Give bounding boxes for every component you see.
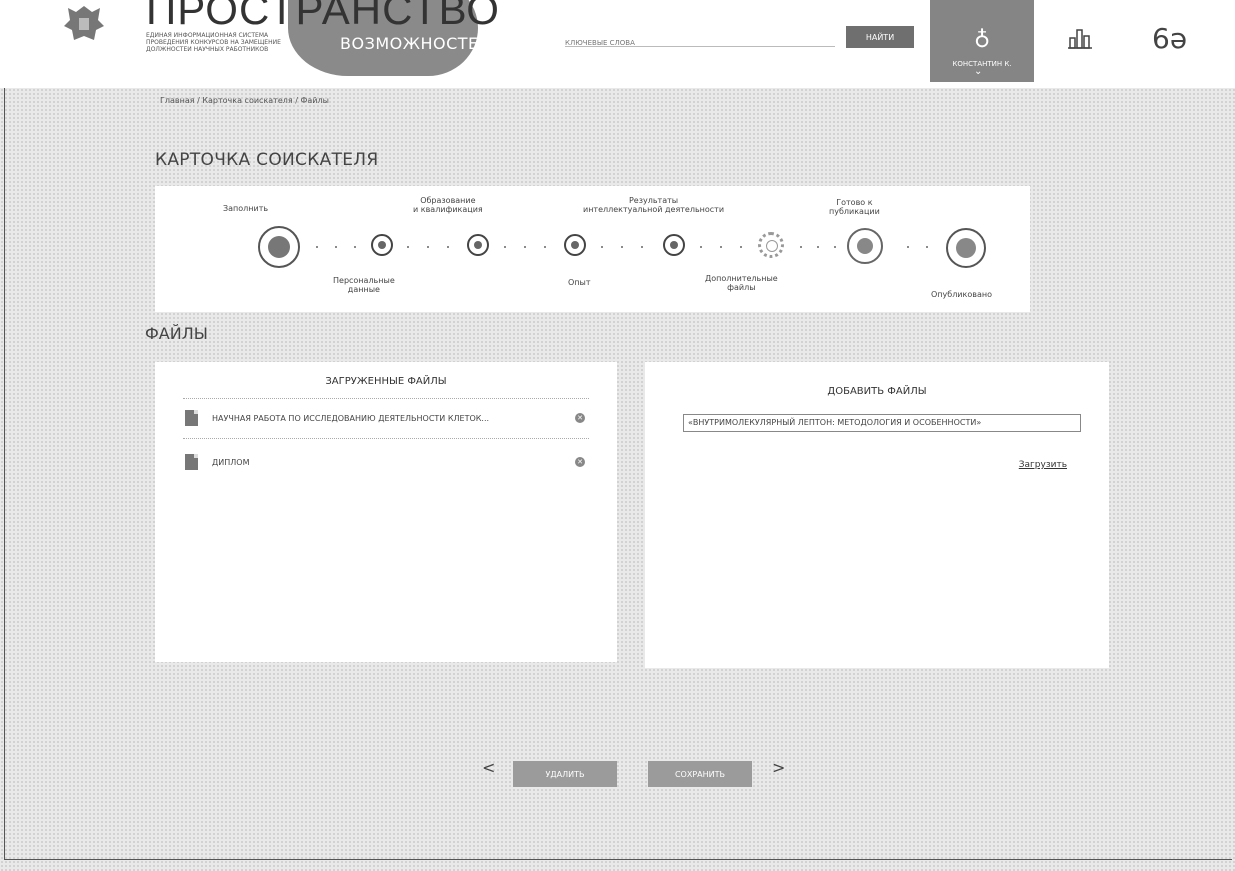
document-icon bbox=[185, 454, 198, 470]
divider bbox=[183, 438, 589, 439]
find-button[interactable]: НАЙТИ bbox=[846, 26, 914, 48]
step-node-additional-files[interactable] bbox=[758, 232, 784, 258]
bar-chart-icon[interactable] bbox=[1068, 26, 1092, 50]
step-label-additional-files: Дополнительные файлы bbox=[705, 274, 778, 292]
logo-description-line: ДОЛЖНОСТЕЙ НАУЧНЫХ РАБОТНИКОВ bbox=[146, 46, 269, 53]
logo-title[interactable]: ПРОСТРАНСТВО bbox=[146, 0, 500, 34]
uploaded-files-title: ЗАГРУЖЕННЫЕ ФАЙЛЫ bbox=[325, 376, 447, 387]
step-label-personal: Персональные данные bbox=[333, 276, 395, 294]
user-icon: ♁ bbox=[974, 28, 991, 53]
glasses-icon[interactable]: 6ə bbox=[1152, 22, 1187, 55]
step-label-published: Опубликовано bbox=[931, 290, 992, 299]
chevron-right-icon[interactable]: > bbox=[772, 758, 785, 777]
logo-description: ЕДИНАЯ ИНФОРМАЦИОННАЯ СИСТЕМА ПРОВЕДЕНИЯ… bbox=[146, 32, 296, 53]
step-label-results: Результаты интеллектуальной деятельности bbox=[583, 196, 725, 214]
divider bbox=[183, 398, 589, 399]
file-name[interactable]: НАУЧНАЯ РАБОТА ПО ИССЛЕДОВАНИЮ ДЕЯТЕЛЬНО… bbox=[212, 414, 575, 423]
add-files-panel: ДОБАВИТЬ ФАЙЛЫ «ВНУТРИМОЛЕКУЛЯРНЫЙ ЛЕПТО… bbox=[645, 362, 1109, 668]
chevron-down-icon[interactable]: ⌄ bbox=[974, 66, 982, 77]
header: ПРОСТРАНСТВО ВОЗМОЖНОСТЕЙ ЕДИНАЯ ИНФОРМА… bbox=[0, 0, 1235, 88]
step-label-education: Образование и квалификация bbox=[413, 196, 483, 214]
chevron-left-icon[interactable]: < bbox=[482, 758, 495, 777]
search-box bbox=[565, 30, 835, 47]
step-node-published[interactable] bbox=[946, 228, 986, 268]
step-node-education[interactable] bbox=[467, 234, 489, 256]
step-label-fill: Заполнить bbox=[223, 204, 269, 213]
add-files-title: ДОБАВИТЬ ФАЙЛЫ bbox=[827, 386, 927, 397]
step-node-results[interactable] bbox=[663, 234, 685, 256]
step-node-ready[interactable] bbox=[847, 228, 883, 264]
remove-icon[interactable]: ✕ bbox=[575, 457, 585, 467]
logo-subtitle-word: ВОЗМОЖНОСТЕЙ bbox=[340, 34, 492, 53]
files-section-title: ФАЙЛЫ bbox=[145, 324, 208, 343]
coat-of-arms-icon bbox=[64, 6, 104, 40]
upload-link[interactable]: Загрузить bbox=[1019, 460, 1067, 470]
remove-icon[interactable]: ✕ bbox=[575, 413, 585, 423]
step-label-experience: Опыт bbox=[568, 278, 591, 287]
file-title-field[interactable]: «ВНУТРИМОЛЕКУЛЯРНЫЙ ЛЕПТОН: МЕТОДОЛОГИЯ … bbox=[683, 414, 1081, 432]
page-title: КАРТОЧКА СОИСКАТЕЛЯ bbox=[155, 150, 379, 170]
search-input[interactable] bbox=[565, 39, 835, 47]
uploaded-files-panel: ЗАГРУЖЕННЫЕ ФАЙЛЫ НАУЧНАЯ РАБОТА ПО ИССЛ… bbox=[155, 362, 617, 662]
step-node-experience[interactable] bbox=[564, 234, 586, 256]
file-row[interactable]: ДИПЛОМ ✕ bbox=[185, 452, 585, 472]
progress-steps: Заполнить Образование и квалификация Рез… bbox=[155, 186, 1030, 312]
save-button[interactable]: СОХРАНИТЬ bbox=[648, 761, 752, 787]
step-node-personal[interactable] bbox=[371, 234, 393, 256]
step-node-fill[interactable] bbox=[258, 226, 300, 268]
document-icon bbox=[185, 410, 198, 426]
step-label-ready: Готово к публикации bbox=[829, 198, 880, 216]
file-row[interactable]: НАУЧНАЯ РАБОТА ПО ИССЛЕДОВАНИЮ ДЕЯТЕЛЬНО… bbox=[185, 408, 585, 428]
user-menu[interactable]: ♁ КОНСТАНТИН К. ⌄ bbox=[930, 0, 1034, 82]
logo-description-line: ПРОВЕДЕНИЯ КОНКУРСОВ НА ЗАМЕЩЕНИЕ bbox=[146, 39, 281, 46]
breadcrumb[interactable]: Главная / Карточка соискателя / Файлы bbox=[160, 96, 329, 105]
delete-button[interactable]: УДАЛИТЬ bbox=[513, 761, 617, 787]
logo-description-line: ЕДИНАЯ ИНФОРМАЦИОННАЯ СИСТЕМА bbox=[146, 32, 269, 39]
file-name[interactable]: ДИПЛОМ bbox=[212, 458, 575, 467]
